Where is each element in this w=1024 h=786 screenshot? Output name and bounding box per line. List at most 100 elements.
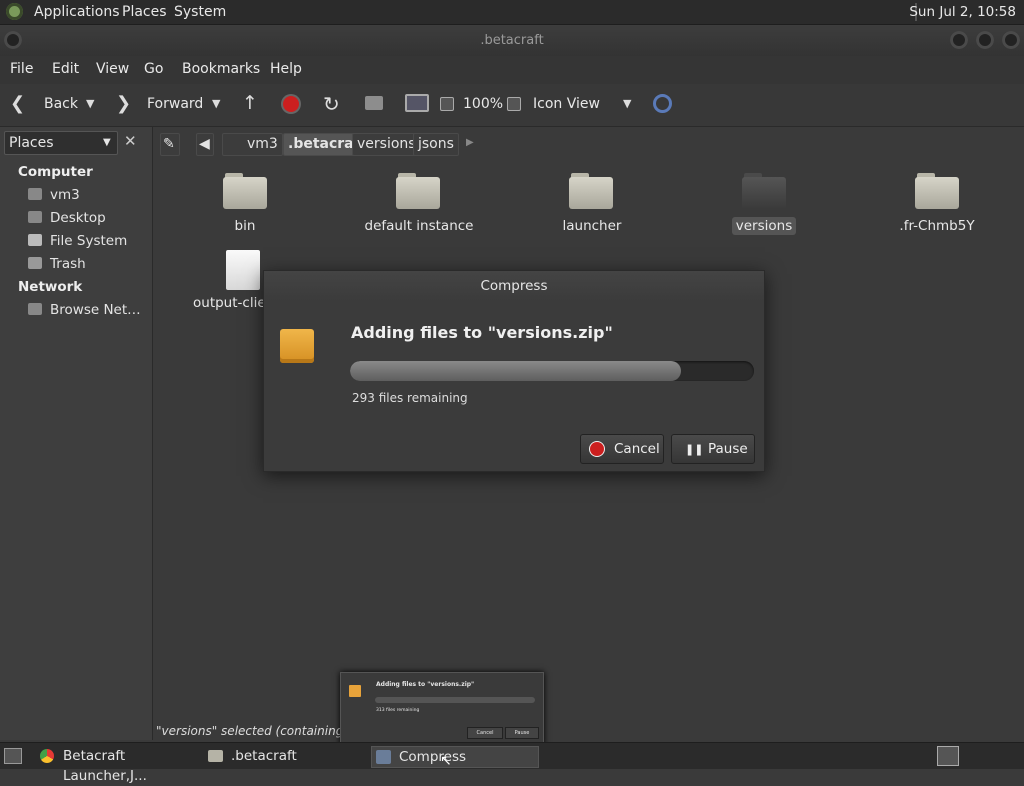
workspace-switcher-icon[interactable] (937, 746, 959, 766)
system-menu[interactable]: System (174, 4, 226, 20)
view-mode-select[interactable]: Icon View (533, 96, 600, 112)
reload-icon[interactable]: ↻ (323, 92, 340, 116)
zoom-in-icon[interactable] (507, 97, 521, 111)
distro-logo-icon[interactable] (6, 3, 23, 20)
side-panel-selector-label: Places (9, 135, 54, 151)
file-label[interactable]: default instance (349, 218, 489, 234)
dialog-heading: Adding files to "versions.zip" (351, 323, 613, 342)
top-panel: Applications Places System Sun Jul 2, 10… (0, 0, 1024, 25)
sidebar-item-label: File System (50, 233, 128, 249)
folder-icon[interactable] (569, 173, 613, 209)
sidebar-item-label: Desktop (50, 210, 106, 226)
folder-icon (208, 750, 223, 762)
back-button[interactable]: Back (44, 96, 78, 112)
progress-bar (350, 361, 754, 381)
menu-bookmarks[interactable]: Bookmarks (182, 61, 260, 77)
trash-icon (28, 257, 42, 269)
window-title: .betacraft (480, 33, 544, 48)
taskbar: Betacraft Launcher,J... .betacraft Compr… (0, 742, 1024, 784)
side-panel-selector[interactable]: Places ▼ (4, 131, 118, 155)
menu-view[interactable]: View (96, 61, 129, 77)
file-label[interactable]: bin (175, 218, 315, 234)
minimize-button[interactable] (950, 31, 968, 49)
chrome-icon (40, 749, 54, 763)
task-compress[interactable]: Compress (371, 746, 539, 768)
folder-icon[interactable] (396, 173, 440, 209)
menu-edit[interactable]: Edit (52, 61, 79, 77)
task-label: .betacraft (231, 748, 297, 764)
search-icon[interactable] (653, 94, 672, 113)
document-icon[interactable] (226, 250, 260, 290)
archive-manager-icon (376, 750, 391, 764)
progress-fill (350, 361, 682, 381)
sidebar-item-label: Browse Net… (50, 302, 141, 318)
thumbnail-pause: Pause (505, 727, 539, 739)
pause-button[interactable]: ❚❚ Pause (671, 434, 755, 464)
sidebar-item-label: Trash (50, 256, 86, 272)
sidebar-item-label: vm3 (50, 187, 80, 203)
task-label: Betacraft Launcher,J... (63, 748, 147, 784)
folder-icon[interactable] (223, 173, 267, 209)
location-toggle-edit-icon[interactable]: ✎ (160, 133, 180, 156)
network-header: Network (18, 279, 83, 295)
path-right-arrow-icon[interactable]: ▶ (466, 137, 474, 148)
computer-header: Computer (18, 164, 93, 180)
forward-history-chevron-down-icon[interactable]: ▼ (212, 97, 220, 110)
network-icon (28, 303, 42, 315)
chevron-down-icon: ▼ (103, 137, 111, 148)
places-menu[interactable]: Places (122, 4, 167, 20)
file-label[interactable]: launcher (522, 218, 662, 234)
back-history-chevron-down-icon[interactable]: ▼ (86, 97, 94, 110)
applications-menu[interactable]: Applications (34, 4, 120, 20)
computer-icon[interactable] (405, 94, 429, 112)
task-betacraft-launcher[interactable]: Betacraft Launcher,J... (38, 746, 200, 784)
sidebar-item-trash[interactable]: Trash (28, 256, 86, 272)
task-betacraft-folder[interactable]: .betacraft (206, 746, 366, 766)
close-side-panel-icon[interactable]: ✕ (124, 132, 137, 150)
clock[interactable]: Sun Jul 2, 10:58 (909, 4, 1016, 20)
crumb-versions[interactable]: versions (352, 133, 421, 156)
back-arrow-icon[interactable]: ❮ (10, 93, 25, 114)
mouse-cursor-icon: ↖ (440, 753, 452, 769)
up-arrow-icon[interactable]: ↑ (242, 92, 258, 114)
maximize-button[interactable] (976, 31, 994, 49)
menubar: File Edit View Go Bookmarks Help (0, 56, 1024, 84)
dialog-title[interactable]: Compress (264, 271, 764, 301)
home-folder-icon[interactable] (365, 96, 383, 110)
file-label-selected[interactable]: versions (694, 217, 834, 235)
forward-arrow-icon[interactable]: ❯ (116, 93, 131, 114)
menu-go[interactable]: Go (144, 61, 163, 77)
thumbnail-heading: Adding files to "versions.zip" (376, 681, 475, 688)
toolbar: ❮ Back ▼ ❯ Forward ▼ ↑ ↻ 100% Icon View … (0, 84, 1024, 127)
status-bar: "versions" selected (containing 825 (156, 724, 342, 738)
sidebar-item-browse-network[interactable]: Browse Net… (28, 302, 141, 318)
zoom-out-icon[interactable] (440, 97, 454, 111)
menu-help[interactable]: Help (270, 61, 302, 77)
menu-file[interactable]: File (10, 61, 33, 77)
show-desktop-icon[interactable] (4, 748, 22, 764)
sidebar-item-file-system[interactable]: File System (28, 233, 127, 249)
window-preview-thumbnail[interactable]: Adding files to "versions.zip" 313 files… (340, 672, 544, 746)
file-label[interactable]: .fr-Chmb5Y (867, 218, 1007, 234)
path-left-arrow-icon[interactable]: ◀ (196, 133, 214, 156)
stop-icon (590, 442, 604, 456)
crumb-vm3[interactable]: vm3 (222, 133, 283, 156)
close-button[interactable] (1002, 31, 1020, 49)
folder-icon[interactable] (915, 173, 959, 209)
view-mode-chevron-down-icon[interactable]: ▼ (623, 97, 631, 110)
sidebar-item-desktop[interactable]: Desktop (28, 210, 106, 226)
cancel-button[interactable]: Cancel (580, 434, 664, 464)
window-titlebar[interactable]: .betacraft (0, 25, 1024, 56)
thumbnail-cancel: Cancel (467, 727, 503, 739)
selected-file-name: versions (731, 217, 797, 235)
crumb-jsons[interactable]: jsons (413, 133, 459, 156)
package-icon (280, 329, 314, 363)
folder-icon[interactable] (742, 173, 786, 209)
sidebar-item-vm3[interactable]: vm3 (28, 187, 80, 203)
pause-icon: ❚❚ (685, 443, 704, 456)
desktop-icon (28, 211, 42, 223)
home-folder-icon (28, 188, 42, 200)
forward-button[interactable]: Forward (147, 96, 203, 112)
stop-icon[interactable] (283, 96, 299, 112)
compress-dialog: Compress Adding files to "versions.zip" … (263, 270, 765, 472)
